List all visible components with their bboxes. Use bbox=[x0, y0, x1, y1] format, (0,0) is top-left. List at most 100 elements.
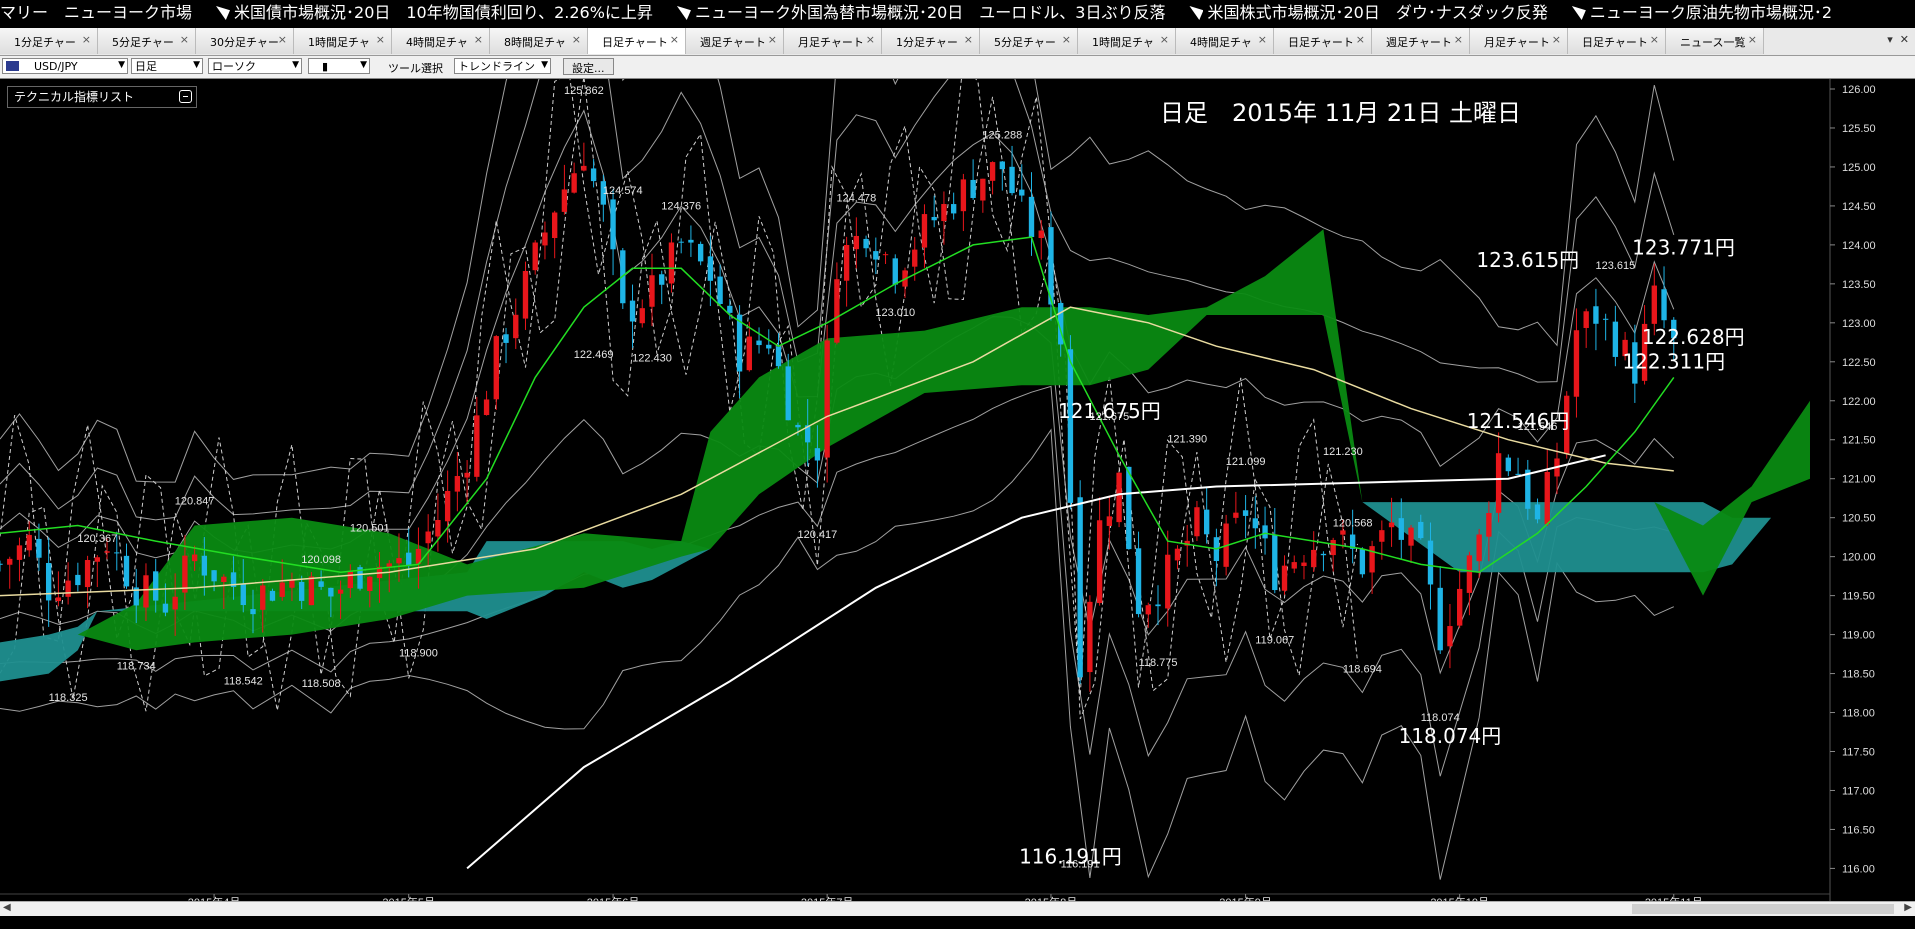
price-callout: 122.628円 bbox=[1642, 325, 1745, 349]
candle-body bbox=[1203, 509, 1210, 535]
candle-body bbox=[1515, 473, 1521, 475]
tool-value: トレンドライン bbox=[458, 60, 535, 73]
ticker-headline[interactable]: ニューヨーク原油先物市場概況･2 bbox=[1562, 0, 1832, 25]
tab-13[interactable]: 日足チャート × bbox=[1274, 28, 1372, 54]
candle-body bbox=[1427, 540, 1434, 585]
close-icon[interactable]: × bbox=[376, 33, 385, 46]
chevron-down-icon: ▼ bbox=[292, 60, 299, 70]
ticker-headline[interactable]: 米国株式市場概況･20日 ダウ･ナスダック反発 bbox=[1179, 0, 1548, 25]
price-tick-label: 120.00 bbox=[1842, 552, 1876, 564]
news-ticker[interactable]: マリー ニューヨーク市場 米国債市場概況･20日 10年物国債利回り、2.26%に… bbox=[0, 0, 1915, 25]
candle-body bbox=[766, 344, 772, 349]
candlestick-chart[interactable]: 116.00 116.50 117.00 117.50 118.00 118.50 119.… bbox=[0, 79, 1915, 901]
tab-14[interactable]: 週足チャート × bbox=[1372, 28, 1470, 54]
price-tick-label: 119.00 bbox=[1842, 630, 1875, 642]
period-select[interactable]: 日足 ▼ bbox=[131, 58, 203, 74]
tab-6[interactable]: 日足チャート × bbox=[588, 28, 686, 54]
ticker-headline[interactable]: 米国債市場概況･20日 10年物国債利回り、2.26%に上昇 bbox=[206, 0, 653, 25]
candle-type-select[interactable]: ▮ ▼ bbox=[308, 58, 370, 74]
candle-body bbox=[882, 254, 889, 256]
candle-body bbox=[1019, 189, 1025, 196]
candle-body bbox=[114, 552, 120, 554]
candle-body bbox=[1028, 196, 1035, 238]
chart-style-select[interactable]: ローソク ▼ bbox=[208, 58, 302, 74]
price-tick-label: 123.00 bbox=[1842, 318, 1876, 330]
close-icon[interactable]: × bbox=[1552, 33, 1561, 46]
tab-11[interactable]: 1時間足チャ × bbox=[1078, 28, 1176, 54]
candle-body bbox=[396, 558, 402, 564]
price-callout: 121.675円 bbox=[1058, 399, 1161, 423]
tab-0[interactable]: 1分足チャー × bbox=[0, 28, 98, 54]
tab-2[interactable]: 30分足チャー × bbox=[196, 28, 294, 54]
close-icon[interactable]: × bbox=[180, 33, 189, 46]
tab-label: 4時間足チャ bbox=[1190, 36, 1252, 49]
technical-indicator-list[interactable]: テクニカル指標リスト bbox=[7, 86, 197, 108]
close-icon[interactable]: × bbox=[572, 33, 581, 46]
candle-body bbox=[182, 555, 188, 593]
tab-16[interactable]: 日足チャート × bbox=[1568, 28, 1666, 54]
settings-button[interactable]: 設定... bbox=[563, 58, 614, 75]
data-label: 120.847 bbox=[175, 496, 215, 508]
tab-5[interactable]: 8時間足チャ × bbox=[490, 28, 588, 54]
candle-body bbox=[221, 576, 227, 583]
candle-body bbox=[1466, 555, 1473, 593]
minimize-icon[interactable] bbox=[179, 90, 192, 103]
ticker-headline[interactable]: ニューヨーク外国為替市場概況･20日 ユーロドル、3日ぶり反落 bbox=[667, 0, 1165, 25]
tool-select[interactable]: トレンドライン ▼ bbox=[454, 58, 551, 74]
tab-label: 月足チャート bbox=[1484, 36, 1550, 49]
tab-scroll-controls[interactable]: ▾ ✕ bbox=[1764, 28, 1915, 55]
close-icon[interactable]: × bbox=[1748, 33, 1757, 46]
price-tick-label: 117.00 bbox=[1842, 785, 1875, 797]
close-icon[interactable]: × bbox=[82, 33, 91, 46]
candle-body bbox=[707, 256, 714, 281]
close-icon[interactable]: × bbox=[474, 33, 483, 46]
candle-body bbox=[347, 571, 353, 589]
tab-8[interactable]: 月足チャート × bbox=[784, 28, 882, 54]
data-label: 120.417 bbox=[798, 529, 838, 541]
close-icon[interactable]: × bbox=[866, 33, 875, 46]
candle-body bbox=[318, 581, 324, 587]
candle-body bbox=[668, 242, 675, 284]
candle-body bbox=[94, 557, 100, 562]
close-icon[interactable]: × bbox=[1258, 33, 1267, 46]
scroll-right-icon[interactable]: ▶ bbox=[1904, 902, 1912, 913]
close-icon[interactable]: × bbox=[1356, 33, 1365, 46]
scroll-left-icon[interactable]: ◀ bbox=[3, 902, 11, 913]
candle-body bbox=[688, 239, 694, 243]
close-icon[interactable]: × bbox=[1454, 33, 1463, 46]
tab-10[interactable]: 5分足チャー × bbox=[980, 28, 1078, 54]
close-icon[interactable]: × bbox=[1062, 33, 1071, 46]
chart-background bbox=[0, 79, 1915, 901]
candle-body bbox=[1330, 539, 1336, 556]
tab-1[interactable]: 5分足チャー × bbox=[98, 28, 196, 54]
price-tick-label: 124.00 bbox=[1842, 240, 1876, 252]
ticker-headline[interactable]: マリー ニューヨーク市場 bbox=[0, 0, 192, 25]
data-label: 119.067 bbox=[1255, 634, 1294, 646]
close-icon[interactable]: × bbox=[1160, 33, 1169, 46]
symbol-select[interactable]: USD/JPY ▼ bbox=[2, 58, 128, 74]
tab-17[interactable]: ニュース一覧 × bbox=[1666, 28, 1764, 54]
tab-7[interactable]: 週足チャート × bbox=[686, 28, 784, 54]
candle-body bbox=[1165, 554, 1171, 609]
tab-label: 8時間足チャ bbox=[504, 36, 566, 49]
tab-15[interactable]: 月足チャート × bbox=[1470, 28, 1568, 54]
candle-body bbox=[1174, 548, 1181, 561]
close-icon[interactable]: × bbox=[278, 33, 287, 46]
tab-9[interactable]: 1分足チャー × bbox=[882, 28, 980, 54]
tab-4[interactable]: 4時間足チャ × bbox=[392, 28, 490, 54]
candle-body bbox=[561, 189, 568, 212]
data-label: 123.010 bbox=[875, 307, 915, 319]
candle-body bbox=[406, 552, 412, 567]
scrollbar-thumb[interactable] bbox=[1632, 904, 1894, 914]
close-icon[interactable]: × bbox=[964, 33, 973, 46]
horizontal-scrollbar[interactable]: ◀ ▶ bbox=[0, 901, 1915, 917]
candle-body bbox=[834, 279, 840, 343]
close-icon[interactable]: × bbox=[1650, 33, 1659, 46]
close-icon[interactable]: × bbox=[768, 33, 777, 46]
tab-12[interactable]: 4時間足チャ × bbox=[1176, 28, 1274, 54]
tab-3[interactable]: 1時間足チャ × bbox=[294, 28, 392, 54]
candle-body bbox=[921, 214, 928, 248]
candle-body bbox=[950, 204, 957, 214]
close-icon[interactable]: × bbox=[670, 33, 679, 46]
candle-body bbox=[240, 583, 246, 606]
